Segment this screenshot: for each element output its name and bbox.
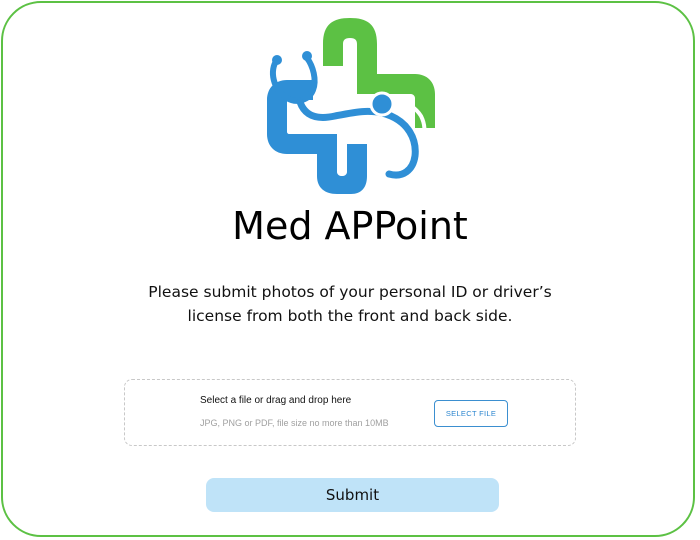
dropzone-title: Select a file or drag and drop here (200, 395, 352, 406)
file-dropzone[interactable]: Select a file or drag and drop here JPG,… (124, 379, 576, 446)
submit-button[interactable]: Submit (206, 478, 499, 512)
app-title: Med APPoint (232, 204, 468, 248)
stethoscope-eartip-left (272, 55, 282, 65)
med-appoint-logo-icon (267, 18, 435, 194)
dropzone-hint: JPG, PNG or PDF, file size no more than … (200, 418, 389, 428)
stethoscope-eartip-right (302, 51, 312, 61)
instructions-text: Please submit photos of your personal ID… (125, 280, 575, 328)
select-file-button[interactable]: SELECT FILE (434, 400, 508, 427)
instructions-line-2: license from both the front and back sid… (187, 307, 513, 325)
stethoscope-chestpiece (369, 91, 395, 117)
instructions-line-1: Please submit photos of your personal ID… (148, 283, 552, 301)
